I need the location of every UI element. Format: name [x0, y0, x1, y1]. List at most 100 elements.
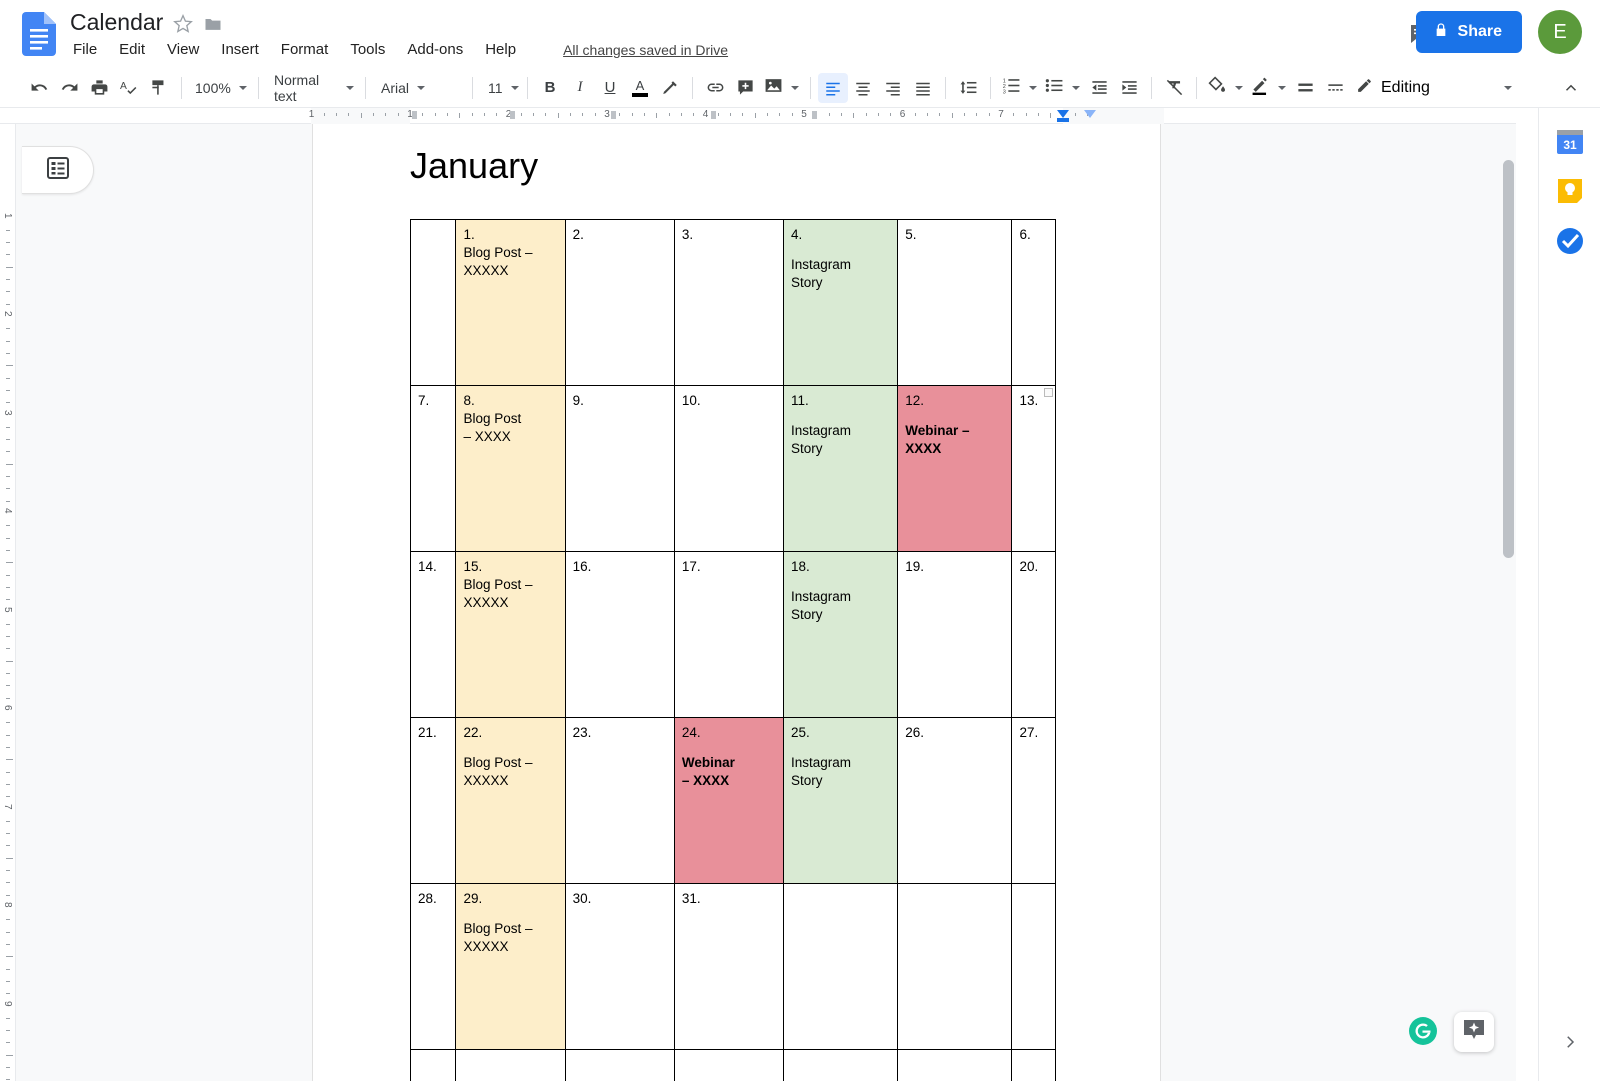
calendar-day-cell[interactable]: 30.: [564, 883, 675, 1050]
calendar-day-cell[interactable]: 1. Blog Post – XXXXX: [455, 219, 566, 386]
add-comment-icon[interactable]: [730, 73, 760, 103]
menu-add-ons[interactable]: Add-ons: [404, 40, 466, 59]
insert-link-icon[interactable]: [700, 73, 730, 103]
calendar-day-cell[interactable]: 13.: [1011, 385, 1056, 552]
redo-icon[interactable]: [54, 73, 84, 103]
google-keep-icon[interactable]: [1555, 176, 1585, 206]
ruler-tab-stop[interactable]: [811, 111, 817, 119]
menu-view[interactable]: View: [164, 40, 202, 59]
avatar[interactable]: E: [1538, 10, 1582, 54]
calendar-day-cell[interactable]: 14.: [409, 551, 457, 718]
calendar-day-cell[interactable]: 10.: [673, 385, 785, 552]
vertical-ruler[interactable]: 1 2 3 4 5 6 7 8 9: [0, 124, 16, 1081]
google-docs-logo[interactable]: [22, 12, 56, 56]
share-button[interactable]: Share: [1415, 11, 1522, 53]
underline-button[interactable]: U: [595, 73, 625, 103]
calendar-day-cell[interactable]: 8. Blog Post – XXXX: [455, 385, 566, 552]
calendar-day-cell[interactable]: 6.: [1011, 219, 1056, 386]
menu-help[interactable]: Help: [482, 40, 519, 59]
font-size-selector[interactable]: 11: [480, 74, 520, 102]
calendar-day-cell[interactable]: 26.: [897, 717, 1013, 884]
calendar-day-cell[interactable]: 12. Webinar – XXXX: [897, 385, 1013, 552]
right-indent-marker[interactable]: [1057, 110, 1069, 118]
fill-color-selector[interactable]: [1204, 74, 1247, 102]
print-icon[interactable]: [84, 73, 114, 103]
calendar-day-cell[interactable]: [897, 883, 1013, 1050]
calendar-day-cell[interactable]: 5.: [897, 219, 1013, 386]
show-document-outline-button[interactable]: [22, 146, 94, 194]
menu-tools[interactable]: Tools: [347, 40, 388, 59]
line-spacing-icon[interactable]: [953, 73, 983, 103]
calendar-day-cell[interactable]: 31.: [673, 883, 785, 1050]
calendar-day-cell[interactable]: 4. Instagram Story: [782, 219, 899, 386]
border-dash-icon[interactable]: [1320, 73, 1350, 103]
menu-file[interactable]: File: [70, 40, 100, 59]
calendar-day-cell[interactable]: [455, 1049, 566, 1081]
calendar-day-cell[interactable]: [673, 1049, 785, 1081]
calendar-day-cell[interactable]: [782, 883, 899, 1050]
insert-image-selector[interactable]: [760, 74, 803, 102]
calendar-day-cell[interactable]: [1011, 1049, 1056, 1081]
calendar-day-cell[interactable]: [782, 1049, 899, 1081]
editing-mode-selector[interactable]: Editing: [1350, 74, 1518, 102]
bold-button[interactable]: B: [535, 73, 565, 103]
explore-button[interactable]: [1454, 1012, 1494, 1052]
move-to-folder-icon[interactable]: [203, 14, 223, 34]
horizontal-ruler[interactable]: 11234567: [0, 108, 1516, 124]
right-margin-marker[interactable]: [1084, 110, 1096, 118]
paint-format-icon[interactable]: [144, 73, 174, 103]
collapse-toolbar-button[interactable]: [1556, 73, 1586, 103]
calendar-day-cell[interactable]: 29. Blog Post – XXXXX: [455, 883, 566, 1050]
ruler-tab-stop[interactable]: [510, 111, 516, 119]
calendar-day-cell[interactable]: [564, 1049, 675, 1081]
paragraph-style-selector[interactable]: Normal text: [266, 72, 358, 104]
align-right-button[interactable]: [878, 73, 908, 103]
align-justify-button[interactable]: [908, 73, 938, 103]
font-family-selector[interactable]: Arial: [373, 74, 465, 102]
italic-button[interactable]: I: [565, 73, 595, 103]
right-indent-bar[interactable]: [1057, 118, 1069, 122]
calendar-day-cell[interactable]: 22. Blog Post – XXXXX: [455, 717, 566, 884]
border-color-selector[interactable]: [1247, 74, 1290, 102]
calendar-day-cell[interactable]: 24. Webinar – XXXX: [673, 717, 785, 884]
increase-indent-icon[interactable]: [1114, 73, 1144, 103]
calendar-day-cell[interactable]: 7.: [409, 385, 457, 552]
ruler-tab-stop[interactable]: [711, 111, 717, 119]
menu-insert[interactable]: Insert: [218, 40, 262, 59]
calendar-day-cell[interactable]: 15. Blog Post – XXXXX: [455, 551, 566, 718]
calendar-day-cell[interactable]: 3.: [673, 219, 785, 386]
align-center-button[interactable]: [848, 73, 878, 103]
decrease-indent-icon[interactable]: [1084, 73, 1114, 103]
page-title[interactable]: Calendar: [70, 8, 163, 36]
calendar-day-cell[interactable]: 11. Instagram Story: [782, 385, 899, 552]
expand-side-panel-button[interactable]: [1553, 1027, 1587, 1061]
calendar-day-cell[interactable]: 9.: [564, 385, 675, 552]
calendar-day-cell[interactable]: 2.: [564, 219, 675, 386]
clear-formatting-icon[interactable]: [1159, 73, 1189, 103]
calendar-day-cell[interactable]: [1011, 883, 1056, 1050]
border-width-icon[interactable]: [1290, 73, 1320, 103]
align-left-button[interactable]: [818, 72, 848, 103]
calendar-table[interactable]: 1. Blog Post – XXXXX 2. 3. 4. Instagram Story…: [409, 219, 1056, 1081]
calendar-day-cell[interactable]: 23.: [564, 717, 675, 884]
star-icon[interactable]: [173, 14, 194, 34]
calendar-day-cell[interactable]: 27.: [1011, 717, 1056, 884]
text-color-button[interactable]: A: [625, 73, 655, 103]
calendar-day-cell[interactable]: 18. Instagram Story: [782, 551, 899, 718]
calendar-day-cell[interactable]: 28.: [409, 883, 457, 1050]
calendar-day-cell[interactable]: 16.: [564, 551, 675, 718]
spellcheck-icon[interactable]: A: [114, 73, 144, 103]
google-tasks-icon[interactable]: [1555, 226, 1585, 256]
grammarly-icon[interactable]: [1408, 1016, 1438, 1046]
menu-edit[interactable]: Edit: [116, 40, 148, 59]
ruler-tab-stop[interactable]: [610, 111, 616, 119]
calendar-day-cell[interactable]: [409, 1049, 457, 1081]
undo-icon[interactable]: [24, 73, 54, 103]
document-vertical-scrollbar[interactable]: [1503, 160, 1514, 558]
calendar-day-cell[interactable]: 19.: [897, 551, 1013, 718]
ruler-tab-stop[interactable]: [411, 111, 417, 119]
menu-format[interactable]: Format: [278, 40, 332, 59]
save-status-label[interactable]: All changes saved in Drive: [563, 42, 728, 58]
document-page[interactable]: January 1. Blog Post – XXXXX 2. 3. 4. Instagr…: [313, 124, 1160, 1081]
google-calendar-icon[interactable]: 31: [1555, 126, 1585, 156]
